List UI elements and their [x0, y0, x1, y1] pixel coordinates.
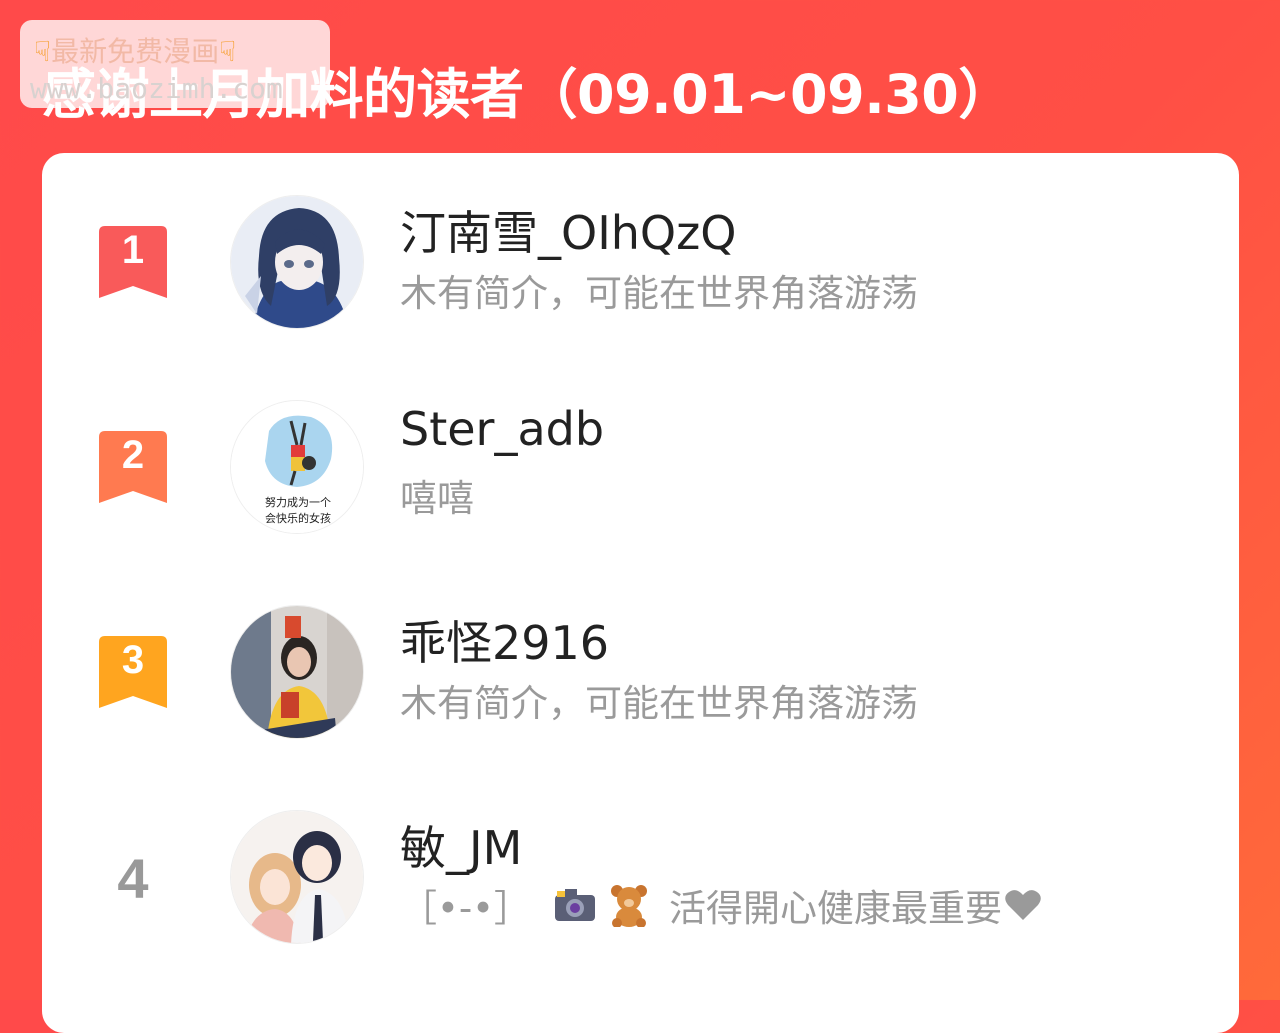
reader-bio: 木有简介，可能在世界角落游荡 — [400, 272, 918, 315]
avatar[interactable] — [230, 195, 364, 329]
watermark-text: 最新免费漫画 — [51, 35, 220, 68]
rank-number: 1 — [121, 228, 145, 272]
selfie-photo-avatar-icon — [231, 606, 363, 738]
avatar-caption-line: 会快乐的女孩 — [265, 512, 331, 525]
bio-text: 活得開心健康最重要 — [669, 887, 1002, 930]
reader-row[interactable]: 3 乖怪2916 木有简介，可能在世界角落游荡 — [42, 603, 1239, 753]
watermark-url: www.baozimh.com — [30, 72, 283, 105]
reader-name[interactable]: 汀南雪_OIhQzQ — [400, 197, 737, 263]
avatar-caption: 努力成为一个 会快乐的女孩 — [231, 495, 363, 527]
reader-name[interactable]: 敏_JM — [400, 812, 522, 878]
pointing-down-hand-icon: ☟ — [34, 35, 52, 68]
rank-number: 4 — [117, 847, 149, 910]
reader-bio: ［•-•］ 活得開心健康最重要 — [400, 878, 1042, 932]
reader-bio: 嘻嘻 — [400, 477, 474, 520]
bio-prefix: ［•-•］ — [400, 887, 531, 930]
rank-badge-2: 2 — [99, 431, 167, 503]
reader-name[interactable]: Ster_adb — [400, 402, 604, 456]
rank-badge-3: 3 — [99, 636, 167, 708]
watermark: ☟最新免费漫画☟ www.baozimh.com — [20, 20, 330, 108]
heart-icon — [1004, 888, 1042, 922]
anime-couple-avatar-icon — [231, 811, 363, 943]
reader-name[interactable]: 乖怪2916 — [400, 607, 609, 673]
reader-row[interactable]: 2 努力成为一个 会快乐的女孩 Ster_adb 嘻嘻 — [42, 398, 1239, 548]
teddy-bear-icon — [607, 883, 651, 928]
avatar[interactable] — [230, 605, 364, 739]
rank-number: 3 — [121, 638, 145, 682]
avatar[interactable] — [230, 810, 364, 944]
avatar[interactable]: 努力成为一个 会快乐的女孩 — [230, 400, 364, 534]
reader-bio: 木有简介，可能在世界角落游荡 — [400, 682, 918, 725]
watermark-line1: ☟最新免费漫画☟ — [34, 30, 236, 70]
avatar-caption-line: 努力成为一个 — [265, 496, 331, 509]
rank-badge-1: 1 — [99, 226, 167, 298]
camera-icon — [553, 885, 597, 925]
anime-girl-avatar-icon — [231, 196, 363, 328]
reader-row[interactable]: 4 敏_JM ［•-•］ 活得開心健康最重要 — [42, 808, 1239, 958]
readers-card: 1 汀南雪_OIhQzQ 木有简介，可能在世界角落游荡 2 努力成为一个 会快乐… — [42, 153, 1239, 1033]
pointing-down-hand-icon: ☟ — [219, 35, 237, 68]
reader-row[interactable]: 1 汀南雪_OIhQzQ 木有简介，可能在世界角落游荡 — [42, 193, 1239, 343]
rank-number: 2 — [121, 433, 145, 477]
